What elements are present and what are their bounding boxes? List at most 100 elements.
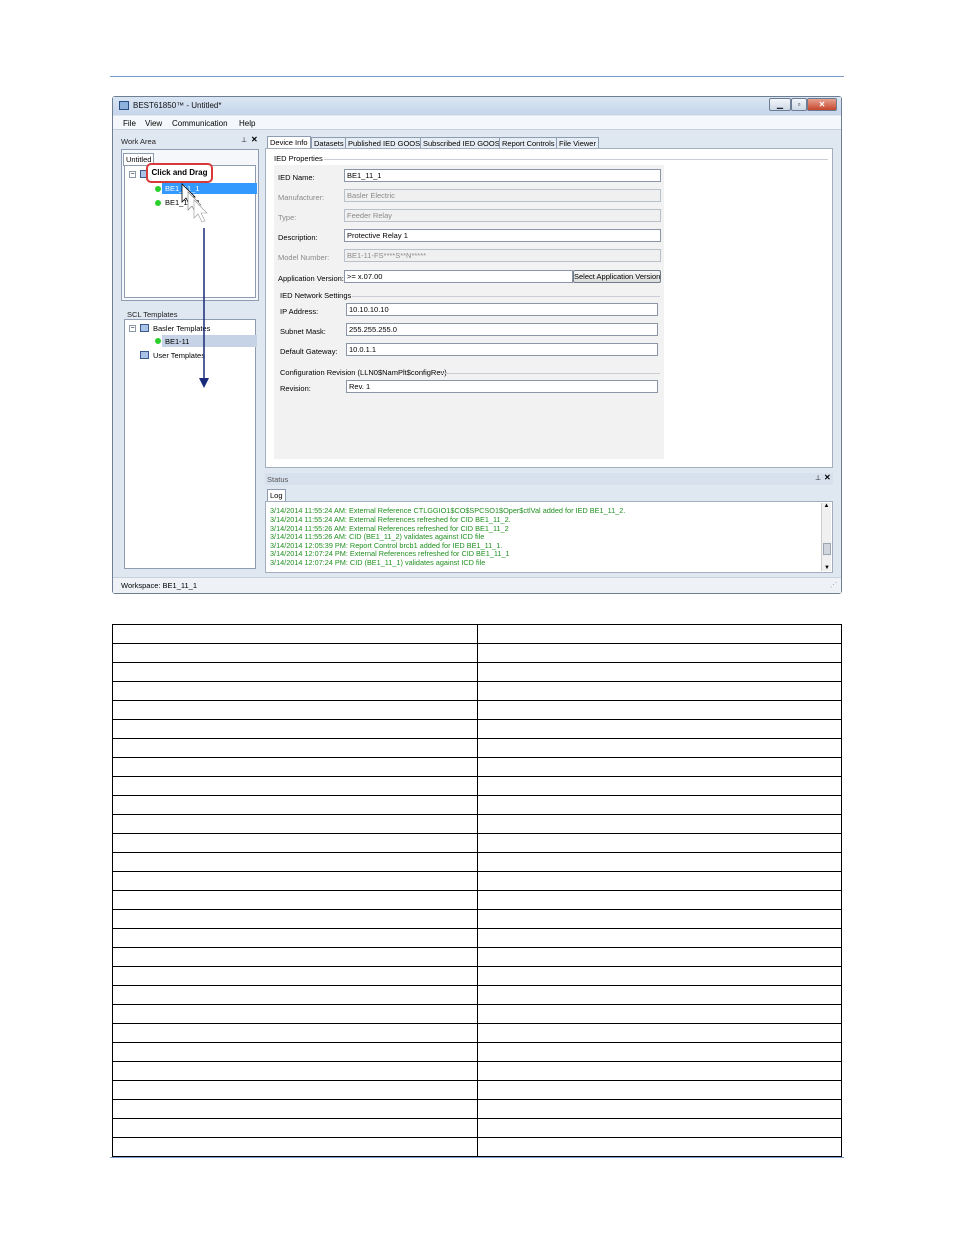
table-cell — [476, 624, 842, 644]
table-cell — [476, 852, 842, 872]
application-version-field[interactable]: >= x.07.00 — [344, 270, 573, 283]
table-row — [112, 643, 842, 663]
ied-network-settings-title: IED Network Settings — [280, 291, 354, 300]
table-cell — [112, 662, 478, 682]
table-row — [112, 852, 842, 872]
table-cell — [476, 662, 842, 682]
collapse-icon[interactable]: − — [129, 171, 136, 178]
table-row — [112, 776, 842, 796]
table-cell — [112, 890, 478, 910]
table-cell — [112, 624, 478, 644]
table-cell — [476, 1004, 842, 1024]
table-cell — [476, 871, 842, 891]
table-row — [112, 795, 842, 815]
status-header — [265, 473, 833, 485]
table-row — [112, 1061, 842, 1081]
table-cell — [476, 1061, 842, 1081]
table-cell — [112, 966, 478, 986]
close-icon[interactable]: ✕ — [807, 98, 837, 111]
menu-bar: File View Communication Help — [113, 116, 841, 130]
application-version-label: Application Version: — [278, 274, 344, 283]
table-cell — [476, 738, 842, 758]
table-row — [112, 814, 842, 834]
table-cell — [112, 1099, 478, 1119]
app-window: BEST61850™ - Untitled* ▁ ▫ ✕ File View C… — [112, 96, 842, 594]
table-cell — [112, 1004, 478, 1024]
scroll-down-icon[interactable]: ▼ — [822, 565, 832, 571]
table-cell — [476, 643, 842, 663]
folder-icon — [140, 351, 149, 359]
collapse-icon[interactable]: − — [129, 325, 136, 332]
table-cell — [476, 1137, 842, 1157]
resize-grip-icon[interactable]: ⋰ — [830, 581, 837, 589]
type-label: Type: — [278, 213, 297, 222]
ied-name-field[interactable]: BE1_11_1 — [344, 169, 661, 182]
log-area[interactable]: 3/14/2014 11:55:24 AM: External Referenc… — [265, 501, 833, 573]
top-rule — [110, 76, 844, 77]
table-row — [112, 624, 842, 644]
subnet-mask-field[interactable]: 255.255.255.0 — [346, 323, 658, 336]
tree-item-be1-11-1[interactable]: BE1_11_1 — [165, 184, 199, 193]
menu-file[interactable]: File — [123, 119, 136, 128]
table-row — [112, 757, 842, 777]
table-row — [112, 719, 842, 739]
tree-item-basler-templates[interactable]: Basler Templates — [153, 324, 210, 333]
table-cell — [112, 700, 478, 720]
table-cell — [112, 909, 478, 929]
close-panel-icon[interactable]: ✕ — [251, 135, 258, 144]
divider — [440, 373, 660, 374]
app-icon — [119, 101, 129, 110]
table-row — [112, 700, 842, 720]
table-cell — [476, 795, 842, 815]
close-panel-icon[interactable]: ✕ — [824, 473, 831, 482]
description-field[interactable]: Protective Relay 1 — [344, 229, 661, 242]
table-row — [112, 909, 842, 929]
click-and-drag-callout: Click and Drag — [146, 163, 213, 183]
log-line: 3/14/2014 11:55:24 AM: External Referenc… — [270, 515, 511, 524]
minimize-icon[interactable]: ▁ — [769, 98, 791, 111]
pin-icon[interactable]: ⊥ — [815, 474, 821, 482]
window-title: BEST61850™ - Untitled* — [133, 101, 222, 110]
table-row — [112, 890, 842, 910]
log-line: 3/14/2014 11:55:24 AM: External Referenc… — [270, 506, 626, 515]
revision-field[interactable]: Rev. 1 — [346, 380, 658, 393]
scroll-up-icon[interactable]: ▲ — [822, 503, 831, 509]
menu-view[interactable]: View — [145, 119, 162, 128]
maximize-icon[interactable]: ▫ — [791, 98, 807, 111]
work-area-tree[interactable]: − BE1_11_1 BE1_11_2 — [124, 165, 257, 298]
table-cell — [476, 928, 842, 948]
default-gateway-field[interactable]: 10.0.1.1 — [346, 343, 658, 356]
ied-name-label: IED Name: — [278, 173, 315, 182]
form-area: IED Name: BE1_11_1 Manufacturer: Basler … — [274, 165, 664, 459]
work-area-title: Work Area — [121, 137, 156, 146]
scroll-thumb[interactable] — [823, 543, 831, 555]
status-dot-icon — [155, 186, 161, 192]
log-scrollbar[interactable]: ▲ ▼ — [821, 503, 831, 571]
device-info-panel: IED Properties IED Name: BE1_11_1 Manufa… — [265, 148, 833, 468]
table-body — [112, 624, 842, 1157]
table-row — [112, 1099, 842, 1119]
table-cell — [476, 1080, 842, 1100]
table-cell — [476, 890, 842, 910]
menu-communication[interactable]: Communication — [172, 119, 228, 128]
scl-templates-title: SCL Templates — [127, 310, 178, 319]
table-row — [112, 871, 842, 891]
scl-templates-tree[interactable]: − Basler Templates BE1-11 User Templates — [124, 319, 257, 569]
workspace-label: Workspace: BE1_11_1 — [121, 581, 198, 590]
ip-address-field[interactable]: 10.10.10.10 — [346, 303, 658, 316]
tree-item-be1-11-2[interactable]: BE1_11_2 — [165, 198, 199, 207]
manufacturer-field: Basler Electric — [344, 189, 661, 202]
table-cell — [476, 909, 842, 929]
pin-icon[interactable]: ⊥ — [241, 136, 247, 144]
status-title: Status — [267, 475, 289, 484]
status-dot-icon — [155, 200, 161, 206]
table-row — [112, 1080, 842, 1100]
bottom-rule — [110, 1157, 844, 1158]
tree-item-user-templates[interactable]: User Templates — [153, 351, 205, 360]
status-bar: Workspace: BE1_11_1 ⋰ — [113, 577, 841, 593]
table-cell — [112, 1061, 478, 1081]
menu-help[interactable]: Help — [239, 119, 255, 128]
tree-item-be1-11[interactable]: BE1-11 — [165, 337, 189, 346]
select-application-version-button[interactable]: Select Application Version — [573, 270, 661, 283]
table-row — [112, 662, 842, 682]
